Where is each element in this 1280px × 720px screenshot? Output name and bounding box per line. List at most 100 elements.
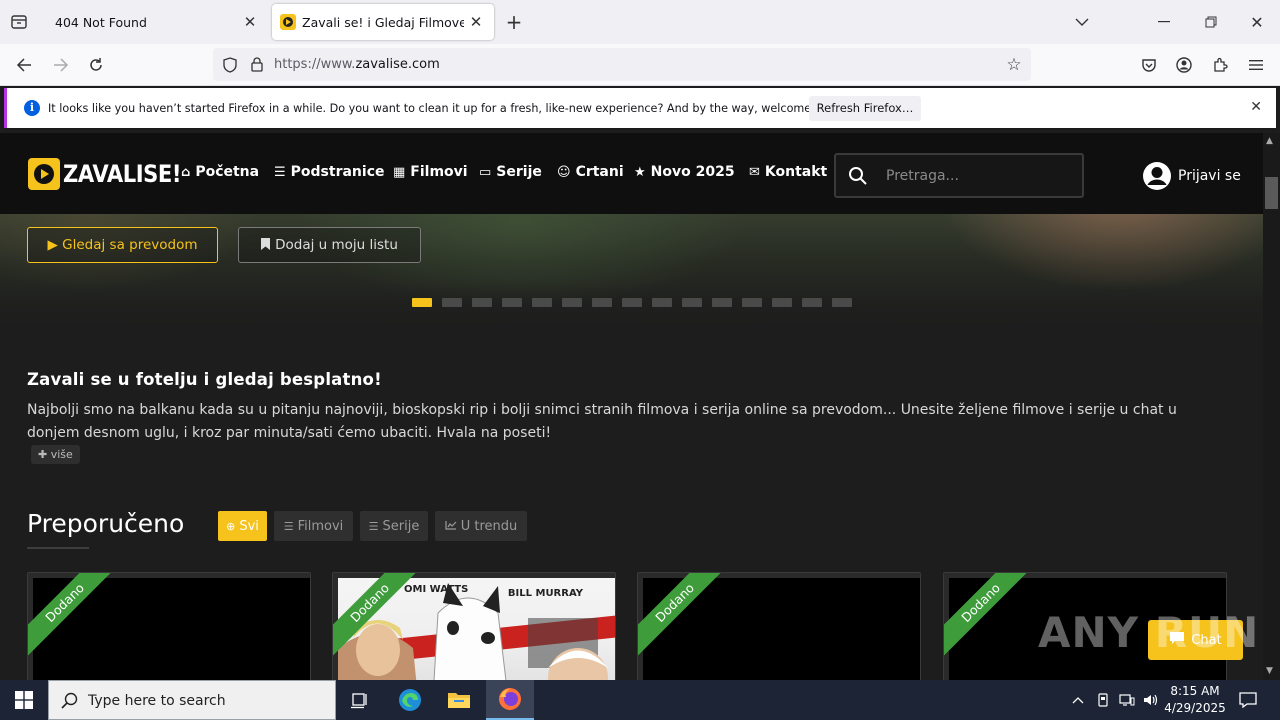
- task-view-icon[interactable]: [338, 680, 382, 720]
- close-window-icon[interactable]: ✕: [1245, 12, 1269, 32]
- movie-card[interactable]: Dodano: [27, 572, 311, 680]
- login-button[interactable]: Prijavi se: [1142, 161, 1241, 191]
- windows-taskbar: Type here to search 8:15 AM 4/29/2025: [0, 680, 1280, 720]
- slider-dot[interactable]: [832, 298, 852, 307]
- nav-item-filmovi[interactable]: ▦ Filmovi: [393, 164, 468, 180]
- tab-404[interactable]: 404 Not Found ✕: [44, 4, 268, 40]
- scroll-down-icon[interactable]: ▼: [1266, 666, 1273, 676]
- website-viewport: ZAVALISE! ⌂ Početna ☰ Podstranice ▦ Filmovi…: [0, 133, 1263, 680]
- notification-bar: i It looks like you haven’t started Fire…: [4, 88, 1276, 128]
- bars-icon: ☰: [274, 164, 286, 180]
- firefox-taskbar-icon[interactable]: [486, 680, 534, 720]
- site-logo[interactable]: ZAVALISE!: [28, 158, 197, 190]
- refresh-firefox-button[interactable]: Refresh Firefox…: [809, 96, 921, 121]
- slider-dot[interactable]: [412, 298, 432, 307]
- filter-trending[interactable]: U trendu: [435, 511, 527, 541]
- list-icon: ☰: [283, 519, 294, 533]
- watch-with-subtitles-button[interactable]: ▶ Gledaj sa prevodom: [27, 227, 218, 263]
- new-tab-icon[interactable]: +: [503, 10, 525, 34]
- filter-movies[interactable]: ☰ Filmovi: [274, 511, 353, 541]
- user-avatar-icon: [1143, 162, 1171, 190]
- bookmark-star-icon[interactable]: ☆: [1005, 55, 1023, 75]
- slider-dot[interactable]: [802, 298, 822, 307]
- filter-all[interactable]: ⊕ Svi: [218, 511, 267, 541]
- notification-message: It looks like you haven’t started Firefo…: [48, 102, 846, 115]
- slider-dot[interactable]: [742, 298, 762, 307]
- slider-dot[interactable]: [532, 298, 552, 307]
- slider-dot[interactable]: [442, 298, 462, 307]
- usb-device-icon[interactable]: [1093, 680, 1113, 720]
- clock-time: 8:15 AM: [1170, 684, 1220, 698]
- scroll-up-icon[interactable]: ▲: [1266, 136, 1273, 146]
- edge-browser-icon[interactable]: [388, 680, 432, 720]
- slider-dot[interactable]: [772, 298, 792, 307]
- close-icon[interactable]: ✕: [242, 14, 258, 30]
- site-favicon-icon: [280, 14, 296, 30]
- back-icon[interactable]: [13, 54, 35, 76]
- recommended-title: Preporučeno: [27, 509, 185, 538]
- slider-dot[interactable]: [562, 298, 582, 307]
- close-icon[interactable]: ✕: [468, 14, 484, 30]
- notifications-icon[interactable]: [1232, 680, 1264, 720]
- tab-title: 404 Not Found: [55, 14, 147, 30]
- more-button[interactable]: ✚ više: [31, 445, 80, 464]
- system-clock[interactable]: 8:15 AM 4/29/2025: [1164, 683, 1226, 717]
- scroll-thumb[interactable]: [1265, 177, 1278, 209]
- shield-icon[interactable]: [221, 56, 239, 74]
- file-explorer-icon[interactable]: [437, 680, 481, 720]
- clock-date: 4/29/2025: [1164, 701, 1226, 715]
- pocket-icon[interactable]: [1138, 54, 1160, 76]
- account-icon[interactable]: [1173, 54, 1195, 76]
- slider-dot[interactable]: [472, 298, 492, 307]
- volume-icon[interactable]: [1141, 680, 1161, 720]
- tv-icon: ▭: [479, 164, 492, 180]
- taskbar-search-input[interactable]: Type here to search: [48, 680, 336, 720]
- slider-dot[interactable]: [652, 298, 672, 307]
- url-text[interactable]: https://www.zavalise.com: [274, 57, 440, 72]
- slider-dot[interactable]: [682, 298, 702, 307]
- windows-start-icon[interactable]: [0, 680, 48, 720]
- menu-icon[interactable]: [1245, 54, 1267, 76]
- movie-card[interactable]: Dodano: [637, 572, 921, 680]
- list-icon: ☰: [368, 519, 379, 533]
- search-icon: [61, 692, 78, 713]
- browser-tab-bar: 404 Not Found ✕ Zavali se! i Gledaj Film…: [0, 0, 1280, 44]
- tab-title: Zavali se! i Gledaj Filmove, Serije: [302, 14, 464, 30]
- slider-dot[interactable]: [622, 298, 642, 307]
- chevron-up-icon[interactable]: [1068, 680, 1088, 720]
- film-icon: ▦: [393, 164, 406, 180]
- forward-icon[interactable]: [50, 54, 72, 76]
- network-icon[interactable]: [1116, 680, 1138, 720]
- about-title: Zavali se u fotelju i gledaj besplatno!: [27, 370, 382, 389]
- add-to-list-button[interactable]: Dodaj u moju listu: [238, 227, 421, 263]
- nav-item-pocetna[interactable]: ⌂ Početna: [181, 164, 259, 180]
- reload-icon[interactable]: [85, 54, 107, 76]
- chevron-down-icon[interactable]: [1072, 12, 1092, 32]
- tab-zavalise[interactable]: Zavali se! i Gledaj Filmove, Serije ✕: [272, 4, 494, 40]
- minimize-icon[interactable]: [1152, 12, 1176, 32]
- movie-card[interactable]: OMI WATTS BILL MURRAY Dodano: [332, 572, 616, 680]
- restore-icon[interactable]: [1199, 12, 1223, 32]
- nav-item-podstranice[interactable]: ☰ Podstranice: [274, 164, 385, 180]
- nav-item-crtani[interactable]: ☺ Crtani: [557, 164, 624, 180]
- close-icon[interactable]: ✕: [1250, 99, 1262, 115]
- envelope-icon: ✉: [749, 164, 760, 180]
- logo-text: ZAVALISE!: [63, 160, 182, 188]
- tab-list-icon[interactable]: [8, 11, 30, 33]
- lock-icon[interactable]: [248, 55, 266, 73]
- slider-dot[interactable]: [712, 298, 732, 307]
- filter-series[interactable]: ☰ Serije: [360, 511, 428, 541]
- url-bar[interactable]: https://www.zavalise.com ☆: [213, 48, 1031, 81]
- extensions-icon[interactable]: [1209, 54, 1231, 76]
- page-scrollbar[interactable]: ▲ ▼: [1263, 133, 1280, 680]
- info-icon: i: [24, 100, 40, 116]
- slider-dot[interactable]: [502, 298, 522, 307]
- add-to-list-label: Dodaj u moju listu: [275, 237, 398, 253]
- plus-icon: ✚: [38, 448, 51, 461]
- slider-dot[interactable]: [592, 298, 612, 307]
- nav-item-kontakt[interactable]: ✉ Kontakt: [749, 164, 827, 180]
- nav-item-serije[interactable]: ▭ Serije: [479, 164, 542, 180]
- search-input[interactable]: Pretraga...: [834, 153, 1084, 198]
- search-icon[interactable]: [848, 166, 868, 190]
- nav-item-novo-2025[interactable]: ★ Novo 2025: [634, 164, 735, 180]
